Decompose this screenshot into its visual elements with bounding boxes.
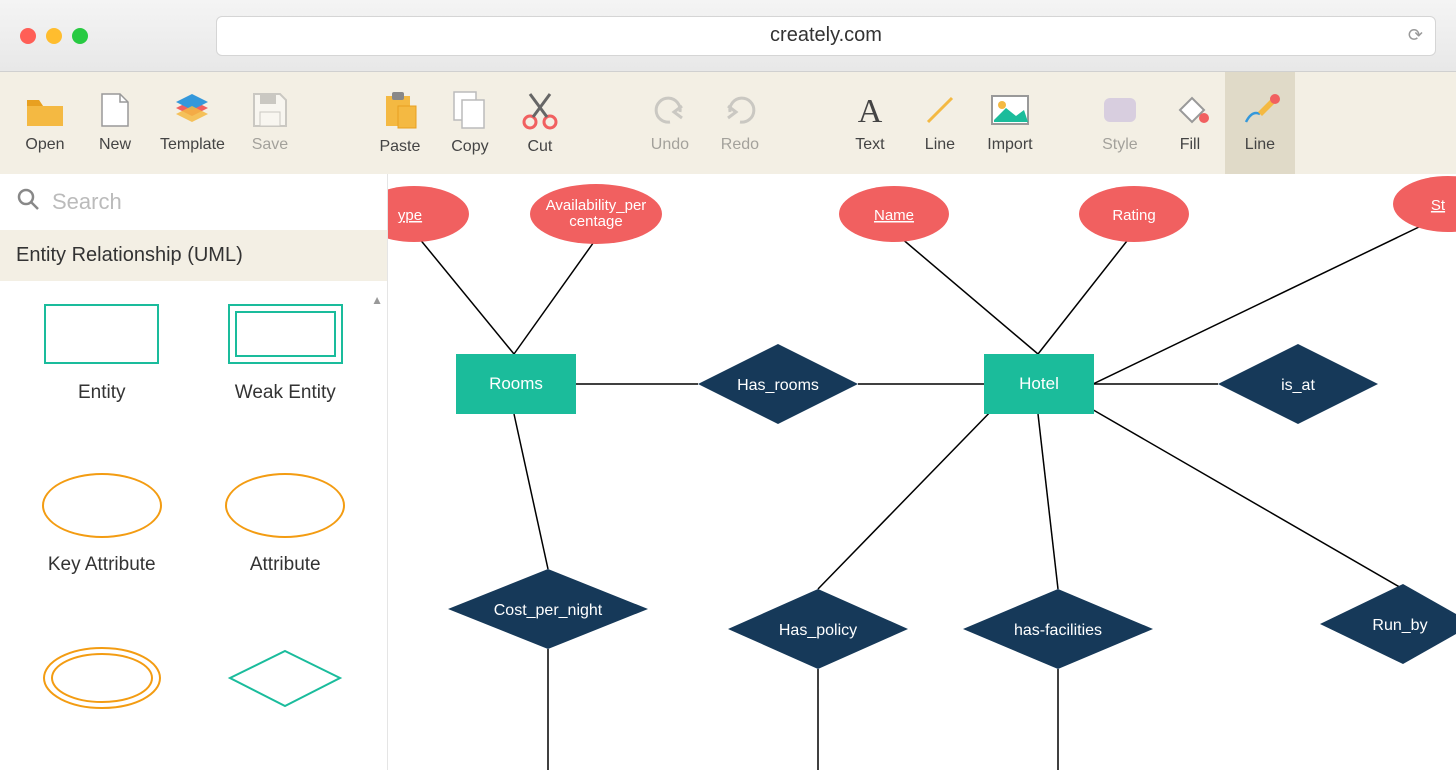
- text-label: Text: [855, 136, 884, 154]
- window-minimize-icon[interactable]: [46, 28, 62, 44]
- save-button[interactable]: Save: [235, 72, 305, 174]
- browser-chrome: creately.com ⟳: [0, 0, 1456, 72]
- redo-label: Redo: [721, 136, 759, 154]
- traffic-lights: [20, 28, 88, 44]
- edge-hotel-hasfacilities[interactable]: [1038, 414, 1058, 589]
- copy-button[interactable]: Copy: [435, 72, 505, 174]
- relationship-has-rooms-label: Has_rooms: [737, 377, 819, 394]
- relationship-is-at-label: is_at: [1281, 377, 1315, 394]
- shape-relationship[interactable]: [204, 646, 368, 750]
- sidebar: Entity Relationship (UML) ▲ Entity Weak …: [0, 174, 388, 770]
- line-button[interactable]: Line: [905, 72, 975, 174]
- edge-type-rooms[interactable]: [414, 232, 514, 354]
- shape-entity[interactable]: Entity: [20, 301, 184, 443]
- image-icon: [990, 92, 1030, 128]
- url-text: creately.com: [770, 24, 882, 47]
- attribute-type-label: ype: [398, 207, 422, 224]
- cut-button[interactable]: Cut: [505, 72, 575, 174]
- fill-button[interactable]: Fill: [1155, 72, 1225, 174]
- relationship-has-policy-label: Has_policy: [779, 622, 857, 639]
- pencil-icon: [1240, 92, 1280, 128]
- paste-button[interactable]: Paste: [365, 72, 435, 174]
- refresh-icon[interactable]: ⟳: [1408, 25, 1423, 46]
- scissors-icon: [522, 90, 558, 130]
- window-maximize-icon[interactable]: [72, 28, 88, 44]
- save-icon: [252, 92, 288, 128]
- attribute-st[interactable]: [1393, 176, 1456, 232]
- search-icon[interactable]: [16, 187, 40, 218]
- shapes-panel: ▲ Entity Weak Entity Key Attribute Attri…: [0, 281, 387, 770]
- attribute-availability-label-2: centage: [569, 213, 622, 230]
- workspace: Entity Relationship (UML) ▲ Entity Weak …: [0, 174, 1456, 770]
- shape-entity-label: Entity: [78, 382, 126, 404]
- clipboard-icon: [382, 90, 418, 130]
- undo-icon: [652, 92, 688, 128]
- edge-rating-hotel[interactable]: [1038, 232, 1134, 354]
- fill-label: Fill: [1180, 136, 1200, 154]
- open-button[interactable]: Open: [10, 72, 80, 174]
- svg-text:A: A: [858, 93, 883, 128]
- window-close-icon[interactable]: [20, 28, 36, 44]
- shape-category-header[interactable]: Entity Relationship (UML): [0, 230, 387, 281]
- style-label: Style: [1102, 136, 1138, 154]
- shape-multivalued-attribute[interactable]: [20, 646, 184, 750]
- folder-icon: [25, 92, 65, 128]
- import-button[interactable]: Import: [975, 72, 1045, 174]
- edge-hotel-runby[interactable]: [1083, 404, 1403, 589]
- document-icon: [100, 92, 130, 128]
- shape-key-attribute[interactable]: Key Attribute: [20, 473, 184, 615]
- attribute-availability-label-1: Availability_per: [546, 197, 647, 214]
- entity-rooms-label: Rooms: [489, 374, 543, 393]
- relationship-cost-per-night-label: Cost_per_night: [494, 602, 603, 619]
- text-icon: A: [852, 92, 888, 128]
- template-button[interactable]: Template: [150, 72, 235, 174]
- copy-label: Copy: [451, 138, 488, 156]
- cut-label: Cut: [527, 138, 552, 156]
- shape-weak-entity-label: Weak Entity: [235, 382, 336, 404]
- edge-name-hotel[interactable]: [894, 232, 1038, 354]
- search-input[interactable]: [52, 189, 371, 215]
- attribute-rating-label: Rating: [1112, 207, 1155, 224]
- attribute-st-label: St: [1431, 197, 1446, 214]
- shape-weak-entity[interactable]: Weak Entity: [204, 301, 368, 443]
- relationship-run-by-label: Run_by: [1372, 617, 1427, 634]
- linetool-label: Line: [1245, 136, 1275, 154]
- layers-icon: [172, 92, 212, 128]
- toolbar: Open New Template Save Paste Copy Cut Un…: [0, 72, 1456, 174]
- undo-label: Undo: [651, 136, 689, 154]
- scroll-up-icon[interactable]: ▲: [371, 293, 383, 307]
- redo-button[interactable]: Redo: [705, 72, 775, 174]
- relationship-has-facilities-label: has-facilities: [1014, 622, 1102, 639]
- undo-button[interactable]: Undo: [635, 72, 705, 174]
- style-button[interactable]: Style: [1085, 72, 1155, 174]
- new-label: New: [99, 136, 131, 154]
- save-label: Save: [252, 136, 288, 154]
- paste-label: Paste: [379, 138, 420, 156]
- linetool-button[interactable]: Line: [1225, 72, 1295, 174]
- diagram-canvas[interactable]: ype Availability_per centage Name Rating…: [388, 174, 1456, 770]
- line-label: Line: [925, 136, 955, 154]
- edge-availability-rooms[interactable]: [514, 239, 596, 354]
- shape-attribute-label: Attribute: [250, 554, 321, 576]
- entity-hotel-label: Hotel: [1019, 374, 1059, 393]
- bucket-icon: [1170, 92, 1210, 128]
- line-icon: [922, 92, 958, 128]
- open-label: Open: [25, 136, 64, 154]
- text-button[interactable]: A Text: [835, 72, 905, 174]
- new-button[interactable]: New: [80, 72, 150, 174]
- shape-key-attribute-label: Key Attribute: [48, 554, 156, 576]
- import-label: Import: [987, 136, 1032, 154]
- shape-attribute[interactable]: Attribute: [204, 473, 368, 615]
- edge-rooms-cost[interactable]: [514, 414, 548, 569]
- copy-icon: [452, 90, 488, 130]
- template-label: Template: [160, 136, 225, 154]
- edge-hotel-haspolicy[interactable]: [818, 404, 998, 589]
- url-bar[interactable]: creately.com ⟳: [216, 16, 1436, 56]
- style-icon: [1100, 92, 1140, 128]
- redo-icon: [722, 92, 758, 128]
- attribute-name-label: Name: [874, 207, 914, 224]
- search-row: [0, 174, 387, 230]
